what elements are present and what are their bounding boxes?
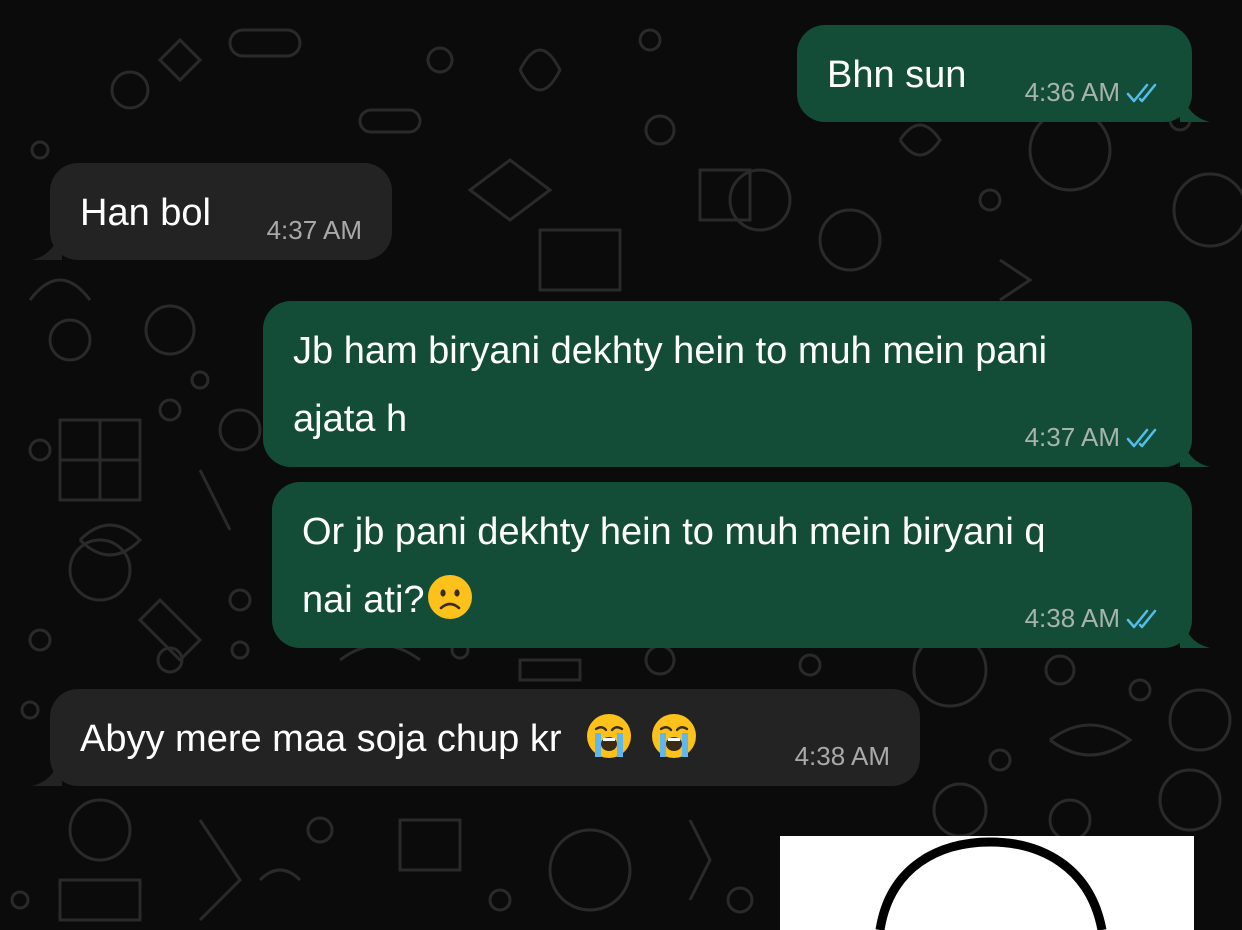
- message-text-wrapper: Abyy mere maa soja chup kr: [80, 707, 697, 771]
- incoming-message-bubble[interactable]: Han bol 4:37 AM: [32, 163, 392, 260]
- loudly-crying-face-emoji: [651, 714, 696, 758]
- message-text: Han bol: [80, 192, 211, 234]
- outgoing-message-bubble[interactable]: Or jb pani dekhty hein to muh mein birya…: [272, 482, 1210, 648]
- sticker-message[interactable]: [780, 836, 1194, 930]
- message-text-line-2-wrapper: nai ati?: [302, 568, 473, 632]
- frowning-face-emoji: [427, 575, 472, 619]
- message-time: 4:38 AM: [794, 741, 890, 771]
- message-time: 4:37 AM: [266, 215, 362, 245]
- incoming-message-bubble[interactable]: Abyy mere maa soja chup kr 4:38 AM: [32, 689, 920, 786]
- message-time: 4:36 AM: [1024, 77, 1120, 107]
- message-meta: 4:37 AM: [267, 215, 362, 246]
- message-meta: 4:38 AM: [1025, 603, 1162, 634]
- outgoing-message-bubble[interactable]: Bhn sun 4:36 AM: [797, 25, 1210, 122]
- message-text-line-1: Or jb pani dekhty hein to muh mein birya…: [302, 511, 1046, 553]
- read-double-tick-icon: [1126, 428, 1157, 447]
- message-meta: 4:36 AM: [1025, 77, 1162, 108]
- read-double-tick-icon: [1126, 83, 1157, 102]
- message-text-line-2: ajata h: [293, 398, 408, 440]
- message-text-line-2: nai ati?: [302, 579, 425, 621]
- bubble-tail-icon: [1180, 616, 1210, 648]
- message-text-line-1: Jb ham biryani dekhty hein to muh mein p…: [293, 330, 1048, 372]
- message-text: Abyy mere maa soja chup kr: [80, 718, 562, 760]
- message-text: Bhn sun: [827, 54, 967, 96]
- circle-sticker-icon: [875, 837, 1107, 930]
- outgoing-message-bubble[interactable]: Jb ham biryani dekhty hein to muh mein p…: [263, 301, 1210, 467]
- bubble-tail-icon: [1180, 435, 1210, 467]
- bubble-tail-icon: [32, 228, 62, 260]
- bubble-tail-icon: [1180, 90, 1210, 122]
- loudly-crying-face-emoji: [587, 714, 632, 758]
- message-meta: 4:38 AM: [795, 741, 890, 772]
- message-time: 4:38 AM: [1024, 603, 1120, 633]
- message-time: 4:37 AM: [1024, 422, 1120, 452]
- read-double-tick-icon: [1126, 609, 1157, 628]
- bubble-tail-icon: [32, 754, 62, 786]
- message-meta: 4:37 AM: [1025, 422, 1162, 453]
